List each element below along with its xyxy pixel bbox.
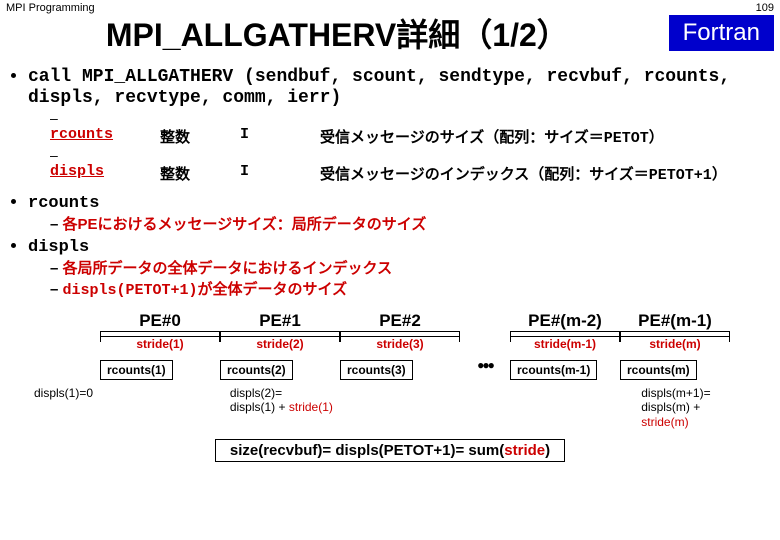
param-io: I <box>240 163 320 184</box>
rcounts-box: rcounts(1) <box>100 360 173 380</box>
param-name: rcounts <box>50 126 160 147</box>
param-rcounts: rcounts 整数 I 受信メッセージのサイズ（配列：サイズ＝PETOT） <box>50 110 780 147</box>
rcounts-cell: rcounts(m-1) <box>510 358 620 380</box>
displs-m1: displs(m+1)= displs(m) + stride(m) <box>637 386 750 429</box>
displs-2: displs(2)= displs(1) + stride(1) <box>226 386 349 415</box>
rcounts-cell: rcounts(1) <box>100 358 220 380</box>
param-desc: 受信メッセージのインデックス（配列：サイズ＝PETOT+1） <box>320 163 727 184</box>
displs-2-l1: displs(2)= <box>230 386 282 400</box>
displs-m1-l2a: displs(m) + <box>641 400 700 414</box>
stride-cell: stride(m-1) <box>510 331 620 352</box>
rcounts-cell: rcounts(2) <box>220 358 340 380</box>
stride-cell: stride(m) <box>620 331 730 352</box>
note-rcounts-label: rcounts <box>28 194 99 213</box>
stride-label: stride(1) <box>136 337 183 351</box>
stride-cell: stride(2) <box>220 331 340 352</box>
stride-label: stride(3) <box>376 337 423 351</box>
param-displs: displs 整数 I 受信メッセージのインデックス（配列：サイズ＝PETOT+… <box>50 147 780 184</box>
note-displs-line2: displs(PETOT+1)が全体データのサイズ <box>50 278 780 299</box>
note-displs-label: displs <box>28 238 89 257</box>
pe-label: PE#0 <box>100 311 220 331</box>
note-displs-line2-text: displs(PETOT+1)が全体データのサイズ <box>63 282 348 299</box>
displs-m1-l1: displs(m+1)= <box>641 386 710 400</box>
note-displs-line1: 各局所データの全体データにおけるインデックス <box>50 257 780 278</box>
fortran-badge: Fortran <box>669 15 774 51</box>
pe-label: PE#2 <box>340 311 460 331</box>
pe-label: PE#(m-1) <box>620 311 730 331</box>
dots: ●●● <box>460 358 510 380</box>
displs-2-l2b: stride(1) <box>289 400 333 414</box>
displs-m1-l2b: stride(m) <box>641 415 688 429</box>
param-io: I <box>240 126 320 147</box>
stride-label: stride(m-1) <box>534 337 596 351</box>
formula-b: stride <box>504 442 545 459</box>
call-signature: call MPI_ALLGATHERV (sendbuf, scount, se… <box>28 66 780 184</box>
stride-label: stride(2) <box>256 337 303 351</box>
rcounts-cell: rcounts(m) <box>620 358 730 380</box>
stride-label: stride(m) <box>649 337 700 351</box>
note-rcounts-line: 各PEにおけるメッセージサイズ：局所データのサイズ <box>50 213 780 234</box>
page-title: MPI_ALLGATHERV詳細（1/2） <box>6 10 669 56</box>
formula-c: ) <box>545 442 550 459</box>
formula-a: size(recvbuf)= displs(PETOT+1)= sum( <box>230 442 504 459</box>
pe-label: PE#(m-2) <box>510 311 620 331</box>
note-rcounts: rcounts 各PEにおけるメッセージサイズ：局所データのサイズ <box>28 192 780 234</box>
stride-cell: stride(3) <box>340 331 460 352</box>
displs-2-l2a: displs(1) + <box>230 400 289 414</box>
page-number: 109 <box>756 2 774 14</box>
stride-cell: stride(1) <box>100 331 220 352</box>
displs-1: displs(1)=0 <box>30 386 103 400</box>
param-desc: 受信メッセージのサイズ（配列：サイズ＝PETOT） <box>320 126 664 147</box>
rcounts-box: rcounts(2) <box>220 360 293 380</box>
note-displs: displs 各局所データの全体データにおけるインデックス displs(PET… <box>28 236 780 299</box>
layout-diagram: PE#0 PE#1 PE#2 PE#(m-2) PE#(m-1) stride(… <box>0 311 780 429</box>
param-type: 整数 <box>160 126 240 147</box>
rcounts-box: rcounts(3) <box>340 360 413 380</box>
rcounts-box: rcounts(m) <box>620 360 697 380</box>
size-formula-box: size(recvbuf)= displs(PETOT+1)= sum(stri… <box>215 439 565 462</box>
param-type: 整数 <box>160 163 240 184</box>
param-name: displs <box>50 163 160 184</box>
pe-label: PE#1 <box>220 311 340 331</box>
rcounts-cell: rcounts(3) <box>340 358 460 380</box>
call-code: call MPI_ALLGATHERV (sendbuf, scount, se… <box>28 67 730 108</box>
rcounts-box: rcounts(m-1) <box>510 360 597 380</box>
